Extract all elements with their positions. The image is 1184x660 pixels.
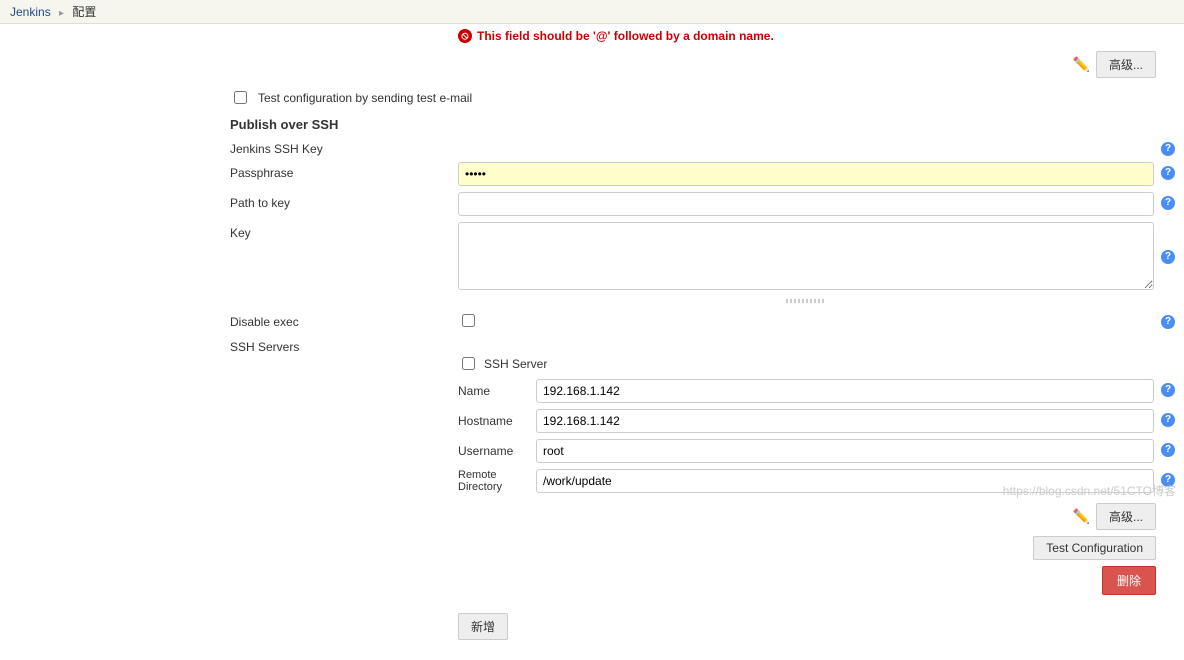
breadcrumb-current: 配置	[72, 5, 96, 19]
help-icon[interactable]: ?	[1161, 250, 1175, 264]
disable-exec-label: Disable exec	[230, 311, 458, 329]
ssh-server-block: SSH Server Name ? Hostname ? Username ? …	[458, 354, 1174, 493]
advanced-button-server[interactable]: 高级...	[1096, 503, 1156, 530]
username-input[interactable]	[536, 439, 1154, 463]
remote-directory-label: Remote Directory	[458, 469, 536, 493]
name-input[interactable]	[536, 379, 1154, 403]
main-content: ⦸ This field should be '@' followed by a…	[0, 24, 1184, 660]
delete-button[interactable]: 删除	[1102, 566, 1156, 595]
key-textarea[interactable]	[458, 222, 1154, 290]
passphrase-label: Passphrase	[230, 162, 458, 180]
path-to-key-label: Path to key	[230, 192, 458, 210]
remote-directory-input[interactable]	[536, 469, 1154, 493]
advanced-button-top[interactable]: 高级...	[1096, 51, 1156, 78]
disable-exec-checkbox[interactable]	[462, 314, 475, 327]
help-icon[interactable]: ?	[1161, 443, 1175, 457]
test-configuration-button[interactable]: Test Configuration	[1033, 536, 1156, 560]
test-email-checkbox[interactable]	[234, 91, 247, 104]
drag-handle-icon[interactable]	[786, 299, 826, 303]
error-icon: ⦸	[458, 29, 472, 43]
name-label: Name	[458, 384, 536, 398]
jenkins-ssh-key-label: Jenkins SSH Key	[230, 138, 458, 156]
add-button[interactable]: 新增	[458, 613, 508, 640]
section-publish-over-ssh: Publish over SSH	[230, 117, 1174, 132]
help-icon[interactable]: ?	[1161, 166, 1175, 180]
ssh-servers-label: SSH Servers	[230, 336, 458, 354]
help-icon[interactable]: ?	[1161, 315, 1175, 329]
pencil-icon: ✏️	[1073, 508, 1090, 525]
path-to-key-input[interactable]	[458, 192, 1154, 216]
ssh-server-checkbox[interactable]	[462, 357, 475, 370]
breadcrumb-root[interactable]: Jenkins	[10, 5, 51, 19]
validation-error: ⦸ This field should be '@' followed by a…	[458, 29, 1174, 43]
username-label: Username	[458, 444, 536, 458]
ssh-server-label: SSH Server	[484, 357, 547, 371]
help-icon[interactable]: ?	[1161, 473, 1175, 487]
error-message: This field should be '@' followed by a d…	[477, 29, 774, 43]
help-icon[interactable]: ?	[1161, 196, 1175, 210]
test-email-label: Test configuration by sending test e-mai…	[258, 91, 472, 105]
breadcrumb: Jenkins ▸ 配置	[0, 0, 1184, 24]
help-icon[interactable]: ?	[1161, 142, 1175, 156]
hostname-input[interactable]	[536, 409, 1154, 433]
help-icon[interactable]: ?	[1161, 383, 1175, 397]
help-icon[interactable]: ?	[1161, 413, 1175, 427]
chevron-right-icon: ▸	[59, 8, 64, 19]
hostname-label: Hostname	[458, 414, 536, 428]
pencil-icon: ✏️	[1073, 56, 1090, 73]
key-label: Key	[230, 222, 458, 240]
passphrase-input[interactable]	[458, 162, 1154, 186]
